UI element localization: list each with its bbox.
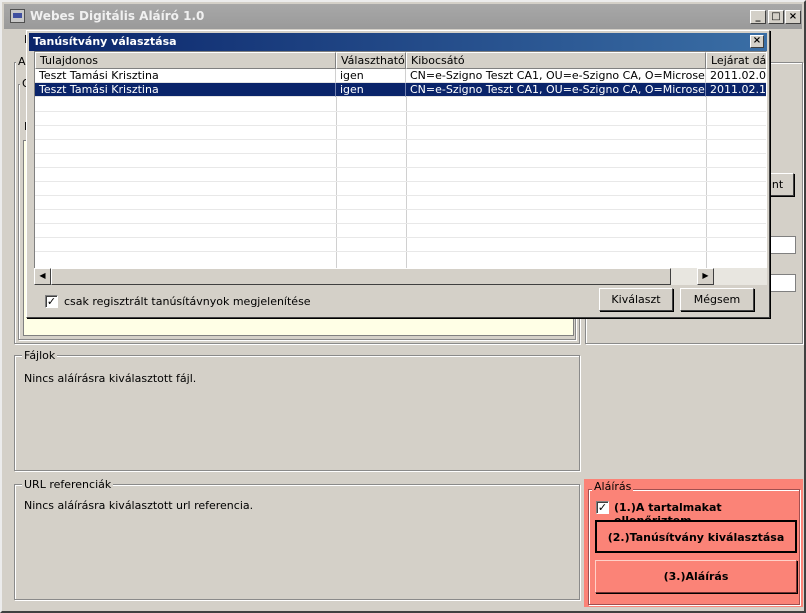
grid-line bbox=[35, 111, 766, 112]
grid-line bbox=[406, 97, 407, 269]
files-group-label: Fájlok bbox=[22, 349, 58, 362]
grid-line bbox=[35, 125, 766, 126]
close-button[interactable]: × bbox=[785, 10, 801, 24]
horizontal-scrollbar[interactable]: ◀ ▶ bbox=[34, 268, 767, 285]
certificate-table: Tulajdonos Választható Kibocsátó Lejárat… bbox=[34, 51, 767, 285]
grid-line bbox=[35, 223, 766, 224]
table-row-selected[interactable]: Teszt Tamási Krisztina igen CN=e-Szigno … bbox=[35, 83, 766, 97]
maximize-button[interactable]: □ bbox=[768, 10, 784, 24]
scroll-right-icon[interactable]: ▶ bbox=[697, 268, 714, 285]
minimize-button[interactable]: _ bbox=[750, 10, 766, 24]
dialog-close-button[interactable]: × bbox=[750, 35, 764, 48]
grid-line bbox=[35, 195, 766, 196]
dialog-title-bar: Tanúsítvány választása × bbox=[29, 33, 767, 51]
sign-button[interactable]: (3.)Aláírás bbox=[595, 560, 797, 593]
select-certificate-button[interactable]: (2.)Tanúsítvány kiválasztása bbox=[595, 520, 797, 553]
right-field-2[interactable] bbox=[768, 274, 796, 292]
grid-line bbox=[336, 97, 337, 269]
cell-expiry: 2011.02.06 bbox=[706, 69, 766, 83]
column-header-selectable[interactable]: Választható bbox=[336, 52, 406, 69]
grid-line bbox=[35, 251, 766, 252]
table-header: Tulajdonos Választható Kibocsátó Lejárat… bbox=[35, 52, 766, 69]
cell-owner: Teszt Tamási Krisztina bbox=[35, 69, 336, 83]
window-title: Webes Digitális Aláíró 1.0 bbox=[30, 9, 205, 23]
cell-selectable: igen bbox=[336, 83, 406, 97]
scroll-left-icon[interactable]: ◀ bbox=[34, 268, 51, 285]
column-header-owner[interactable]: Tulajdonos bbox=[35, 52, 336, 69]
signing-panel: Aláírás ✓ (1.)A tartalmakat ellenőriztem… bbox=[584, 479, 803, 607]
grid-line bbox=[706, 97, 707, 269]
title-bar: Webes Digitális Aláíró 1.0 _ □ × bbox=[4, 4, 802, 29]
select-button[interactable]: Kiválaszt bbox=[599, 288, 673, 311]
content-checked-checkbox[interactable]: ✓ bbox=[596, 501, 609, 514]
cell-expiry: 2011.02.19 bbox=[706, 83, 766, 97]
cell-issuer: CN=e-Szigno Teszt CA1, OU=e-Szigno CA, O… bbox=[406, 83, 706, 97]
registered-only-label: csak regisztrált tanúsítávnyok megjelení… bbox=[64, 295, 311, 308]
scrollbar-thumb[interactable] bbox=[51, 268, 671, 285]
column-header-issuer[interactable]: Kibocsátó bbox=[406, 52, 706, 69]
grid-line bbox=[35, 167, 766, 168]
grid-line bbox=[35, 181, 766, 182]
grid-line bbox=[35, 153, 766, 154]
app-icon bbox=[10, 9, 25, 23]
column-header-expiry[interactable]: Lejárat dátu bbox=[706, 52, 766, 69]
url-references-empty-text: Nincs aláírásra kiválasztott url referen… bbox=[24, 499, 254, 512]
dialog-title: Tanúsítvány választása bbox=[33, 35, 177, 48]
signing-group-label: Aláírás bbox=[592, 480, 634, 493]
cell-owner: Teszt Tamási Krisztina bbox=[35, 83, 336, 97]
files-empty-text: Nincs aláírásra kiválasztott fájl. bbox=[24, 372, 197, 385]
cell-issuer: CN=e-Szigno Teszt CA1, OU=e-Szigno CA, O… bbox=[406, 69, 706, 83]
grid-line bbox=[35, 209, 766, 210]
table-row[interactable]: Teszt Tamási Krisztina igen CN=e-Szigno … bbox=[35, 69, 766, 83]
main-window: Webes Digitális Aláíró 1.0 _ □ × F Al O … bbox=[0, 0, 806, 613]
certificate-dialog: Tanúsítvány választása × Tulajdonos Vála… bbox=[26, 30, 770, 318]
grid-line bbox=[35, 139, 766, 140]
cancel-button[interactable]: Mégsem bbox=[680, 288, 754, 311]
cell-selectable: igen bbox=[336, 69, 406, 83]
right-field-1[interactable] bbox=[768, 236, 796, 254]
registered-only-checkbox[interactable]: ✓ bbox=[45, 295, 58, 308]
grid-line bbox=[35, 237, 766, 238]
url-references-group-label: URL referenciák bbox=[22, 478, 114, 491]
